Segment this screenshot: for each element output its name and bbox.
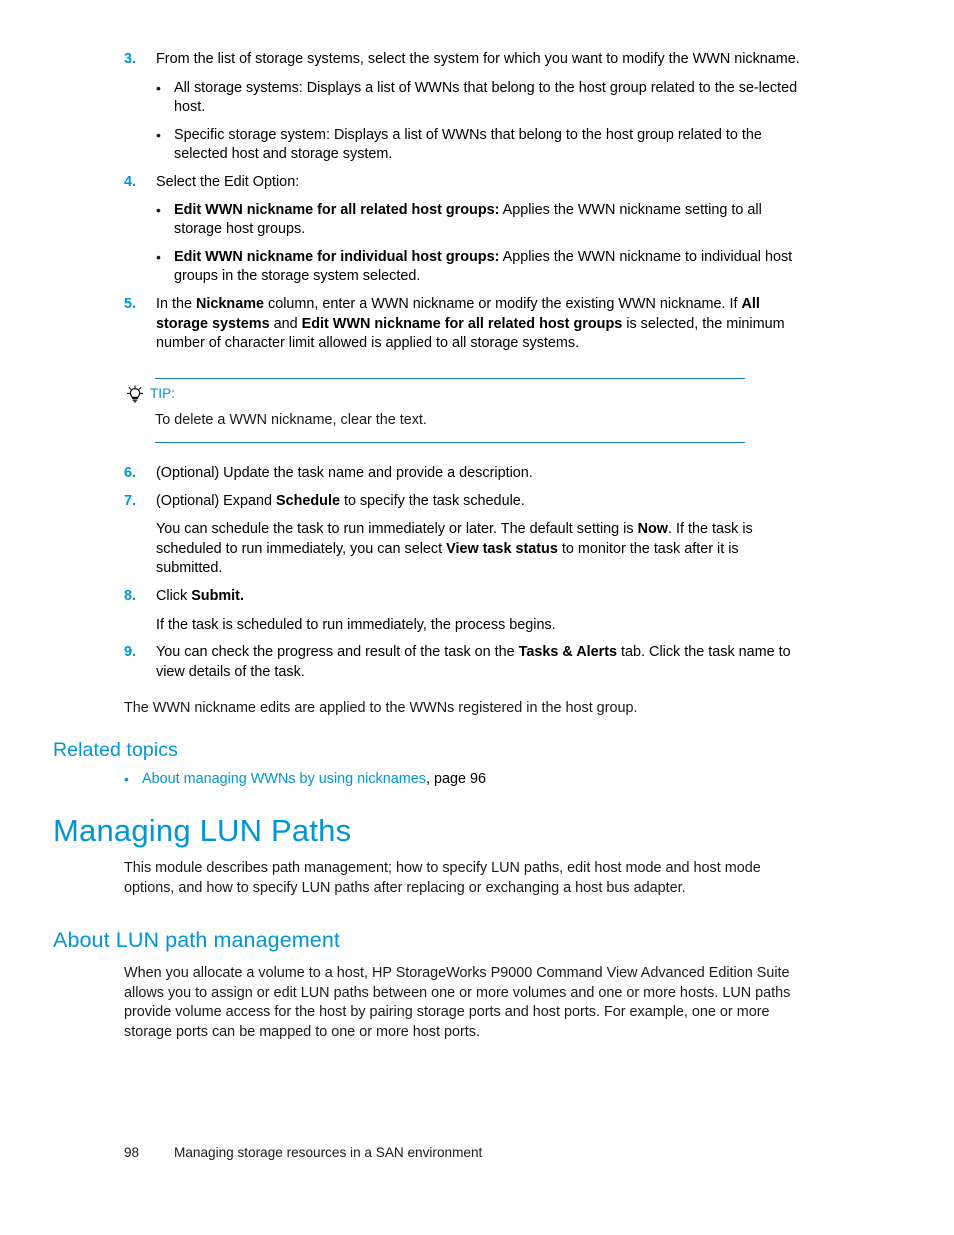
bullet-item: • All storage systems: Displays a list o… [156, 79, 804, 118]
step-item: 7. (Optional) Expand Schedule to specify… [124, 492, 804, 579]
step-content: You can check the progress and result of… [156, 643, 804, 682]
bullet-dot-icon: • [156, 79, 161, 96]
step-text-fragment: (Optional) Expand [156, 492, 276, 509]
step-text-fragment: column, enter a WWN nickname or modify t… [264, 295, 742, 312]
step-content: In the Nickname column, enter a WWN nick… [156, 295, 804, 354]
step-bullet-list: • Edit WWN nickname for all related host… [156, 201, 804, 287]
page-number: 98 [124, 1145, 140, 1160]
related-topic-text: About managing WWNs by using nicknames, … [142, 770, 486, 790]
related-topics-list: • About managing WWNs by using nicknames… [124, 770, 804, 790]
step-text-fragment: You can schedule the task to run immedia… [156, 521, 638, 538]
step-bullet-list: • All storage systems: Displays a list o… [156, 79, 804, 165]
bullet-dot-icon: • [156, 126, 161, 143]
page-footer: 98 Managing storage resources in a SAN e… [124, 1145, 482, 1160]
section-heading: About LUN path management [53, 928, 340, 952]
view-task-status-label: View task status [446, 540, 558, 557]
step-number: 8. [124, 587, 137, 604]
related-topics-heading: Related topics [53, 739, 178, 761]
step-item: 9. You can check the progress and result… [124, 643, 804, 682]
step-text: (Optional) Update the task name and prov… [156, 465, 533, 481]
step-number: 3. [124, 51, 137, 67]
document-page: 3. From the list of storage systems, sel… [0, 0, 954, 1235]
step-item: 6. (Optional) Update the task name and p… [124, 464, 804, 484]
bullet-lead-label: Edit WWN nickname for individual host gr… [174, 248, 500, 265]
step-text-fragment: In the [156, 295, 197, 312]
submit-button-label: Submit. [191, 587, 244, 604]
step-item: 3. From the list of storage systems, sel… [124, 50, 804, 165]
step-text: Click Submit. [156, 587, 804, 607]
step-content: Select the Edit Option: • Edit WWN nickn… [156, 173, 804, 287]
step-text: From the list of storage systems, select… [156, 51, 800, 67]
cross-reference-link[interactable]: About managing WWNs by using nicknames [142, 771, 426, 787]
step-item: 4. Select the Edit Option: • Edit WWN ni… [124, 173, 804, 287]
step-text: Select the Edit Option: [156, 173, 300, 190]
schedule-label: Schedule [276, 492, 340, 509]
step-item: 5. In the Nickname column, enter a WWN n… [124, 295, 804, 354]
step-sub-paragraph: You can schedule the task to run immedia… [156, 520, 804, 579]
procedure-steps-lower: 6. (Optional) Update the task name and p… [124, 464, 804, 682]
step-text-fragment: to specify the task schedule. [339, 492, 525, 509]
section-body-paragraph: When you allocate a volume to a host, HP… [124, 965, 791, 1040]
footer-running-title: Managing storage resources in a SAN envi… [174, 1145, 483, 1160]
step-text-fragment: You can check the progress and result of… [156, 644, 519, 661]
step-number: 7. [124, 492, 137, 509]
step-text: You can check the progress and result of… [156, 643, 804, 682]
step-content: From the list of storage systems, select… [156, 50, 804, 165]
step-sub-paragraph: If the task is scheduled to run immediat… [156, 616, 556, 633]
bullet-text: Specific storage system: Displays a list… [174, 126, 762, 163]
step-item: 8. Click Submit. If the task is schedule… [124, 587, 804, 635]
bullet-text: Edit WWN nickname for all related host g… [174, 201, 804, 240]
chapter-intro-paragraph: This module describes path management; h… [124, 860, 761, 896]
step-number: 9. [124, 644, 137, 661]
bullet-dot-icon: • [156, 201, 161, 218]
bullet-text: Edit WWN nickname for individual host gr… [174, 248, 804, 287]
bullet-item: • Specific storage system: Displays a li… [156, 126, 804, 165]
closing-paragraph: The WWN nickname edits are applied to th… [124, 700, 638, 716]
bullet-dot-icon: • [156, 248, 161, 265]
bullet-lead-label: Edit WWN nickname for all related host g… [174, 201, 500, 218]
tip-rule-top [155, 378, 745, 380]
step-content: Click Submit. If the task is scheduled t… [156, 587, 804, 635]
procedure-steps-upper: 3. From the list of storage systems, sel… [124, 50, 804, 354]
related-topic-item: • About managing WWNs by using nicknames… [124, 770, 804, 790]
step-number: 5. [124, 295, 137, 312]
bullet-item: • Edit WWN nickname for all related host… [156, 201, 804, 240]
chapter-heading: Managing LUN Paths [53, 813, 352, 848]
step-text: In the Nickname column, enter a WWN nick… [156, 295, 804, 354]
bullet-item: • Edit WWN nickname for individual host … [156, 248, 804, 287]
bullet-dot-icon: • [124, 771, 129, 787]
tasks-and-alerts-tab-label: Tasks & Alerts [518, 644, 618, 661]
tip-text: To delete a WWN nickname, clear the text… [155, 412, 427, 429]
bullet-text: All storage systems: Displays a list of … [174, 79, 798, 116]
now-label: Now [637, 521, 668, 538]
lightbulb-icon [124, 385, 150, 403]
step-text-fragment: Click [156, 587, 192, 604]
nickname-column-label: Nickname [196, 295, 265, 312]
step-number: 4. [124, 173, 137, 190]
step-text: (Optional) Expand Schedule to specify th… [156, 492, 804, 512]
tip-header: TIP: [124, 385, 804, 403]
step-content: (Optional) Update the task name and prov… [156, 464, 804, 484]
tip-rule-bottom [155, 441, 745, 444]
step-number: 6. [124, 465, 137, 481]
tip-label: TIP: [150, 386, 175, 402]
tip-admonition: TIP: To delete a WWN nickname, clear the… [124, 378, 804, 444]
step-content: (Optional) Expand Schedule to specify th… [156, 492, 804, 579]
step-text-fragment: and [269, 315, 302, 332]
related-topic-page: , page 96 [425, 771, 486, 787]
edit-all-related-label: Edit WWN nickname for all related host g… [301, 315, 623, 332]
